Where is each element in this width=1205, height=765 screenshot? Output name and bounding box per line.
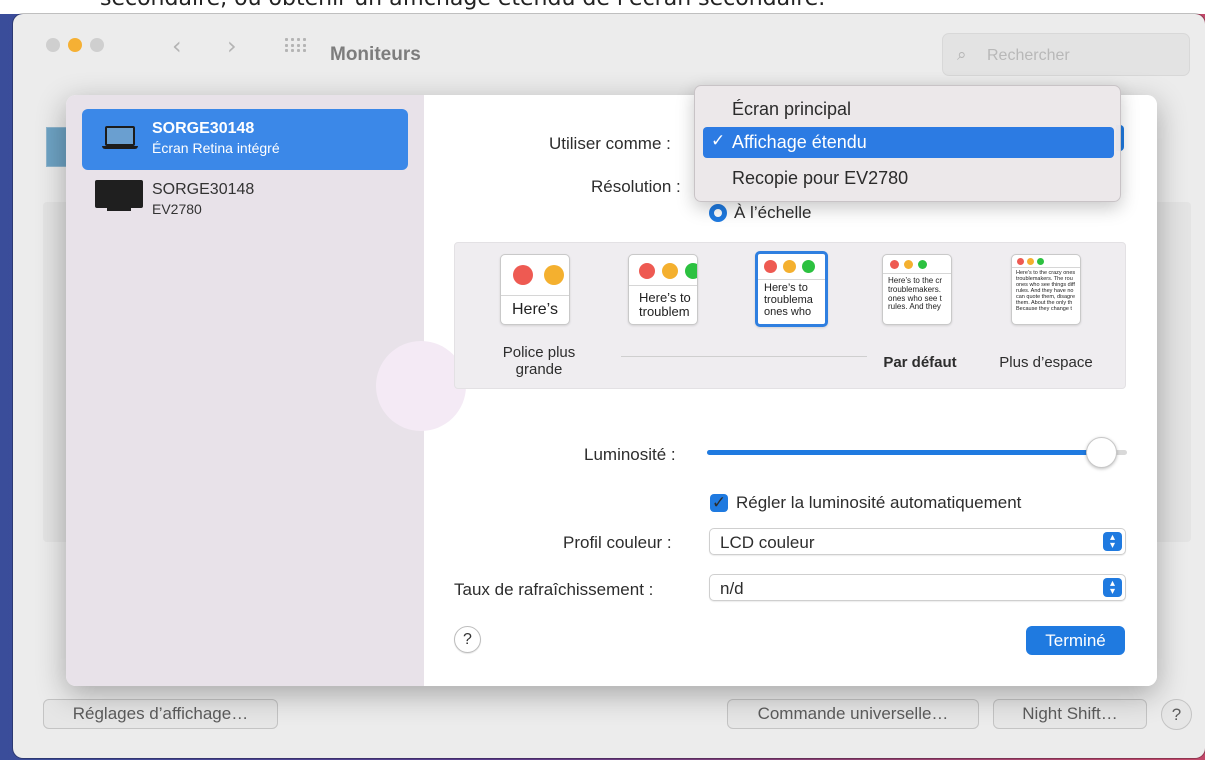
display-name: SORGE30148 [152,120,255,137]
scale-label-default: Par défaut [883,354,957,371]
background-document-strip: secondaire, ou obtenir un affichage éten… [0,0,1205,14]
search-field[interactable]: ⌕ Rechercher [942,33,1190,76]
scaled-radio-option[interactable]: À l’échelle [709,203,812,223]
forward-arrow-icon[interactable]: › [227,32,237,60]
sidebar-item-external-display[interactable]: SORGE30148 EV2780 [82,170,408,231]
scaled-radio-label: À l’échelle [734,203,812,222]
help-button[interactable]: ? [454,626,481,653]
scale-preview-text: Here’s to troublem [639,291,691,320]
laptop-icon [102,126,138,150]
display-subtitle: EV2780 [152,201,202,217]
done-button[interactable]: Terminé [1026,626,1125,655]
radio-button[interactable] [709,204,727,222]
color-profile-popup[interactable]: LCD couleur ▴ ▾ [709,528,1126,555]
scale-preview-text: Here’s to troublema ones who [764,282,813,319]
zoom-button[interactable] [90,38,104,52]
brightness-slider-knob[interactable] [1086,437,1117,468]
search-placeholder: Rechercher [987,47,1070,64]
search-icon: ⌕ [957,45,967,65]
sidebar-item-builtin-display[interactable]: SORGE30148 Écran Retina intégré [82,109,408,170]
checkmark-icon: ✓ [711,131,726,151]
universal-control-button[interactable]: Commande universelle… [727,699,979,729]
window-titlebar: ‹ › Moniteurs ⌕ Rechercher [13,14,1205,76]
brightness-slider-fill [707,450,1106,455]
menu-item-mirror-display[interactable]: Recopie pour EV2780 [703,163,1114,194]
color-profile-label: Profil couleur : [563,533,672,552]
chevron-updown-icon: ▴ ▾ [1103,578,1122,597]
back-arrow-icon[interactable]: ‹ [172,32,182,60]
auto-brightness-label: Régler la luminosité automatiquement [736,493,1022,512]
display-settings-button[interactable]: Réglages d’affichage… [43,699,278,729]
background-document-text: secondaire, ou obtenir un affichage éten… [100,0,825,11]
use-as-dropdown-menu: Écran principal ✓ Affichage étendu Recop… [694,85,1121,202]
scale-preview-text: Here’s [512,301,558,318]
scale-preview-text: Here's to the crazy ones troublemakers. … [1016,270,1076,313]
menu-item-label: Écran principal [732,99,852,119]
color-profile-value: LCD couleur [720,533,815,552]
show-all-grid-icon[interactable] [285,38,307,52]
refresh-rate-popup[interactable]: n/d ▴ ▾ [709,574,1126,601]
refresh-rate-value: n/d [720,579,744,598]
auto-brightness-option[interactable]: ✓ Régler la luminosité automatiquement [710,493,1021,513]
menu-item-extended-display[interactable]: ✓ Affichage étendu [703,127,1114,158]
display-sidebar: SORGE30148 Écran Retina intégré SORGE301… [66,95,424,686]
resolution-label: Résolution : [591,177,681,196]
scale-label-more-space: Plus d’espace [999,354,1093,371]
background-decoration [376,341,466,431]
brightness-label: Luminosité : [584,445,676,464]
desktop-bottom-edge [0,760,1205,765]
scale-option-3-selected[interactable]: Here’s to troublema ones who [755,251,828,327]
display-name: SORGE30148 [152,181,255,198]
display-subtitle: Écran Retina intégré [152,140,280,156]
close-button[interactable] [46,38,60,52]
menu-item-main-display[interactable]: Écran principal [703,94,1114,125]
minimize-button[interactable] [68,38,82,52]
scale-option-2[interactable]: Here’s to troublem [628,254,698,325]
scale-preview-text: Here’s to the cr troublemakers. ones who… [888,277,943,312]
scale-option-more-space[interactable]: Here's to the crazy ones troublemakers. … [1011,254,1081,325]
scale-option-larger-text[interactable]: Here’s [500,254,570,325]
menu-item-label: Recopie pour EV2780 [732,168,909,188]
window-title: Moniteurs [330,44,421,65]
monitor-icon [95,180,143,216]
auto-brightness-checkbox[interactable]: ✓ [710,493,728,513]
refresh-rate-label: Taux de rafraîchissement : [454,580,654,599]
scale-separator-line [621,356,867,357]
use-as-label: Utiliser comme : [549,134,671,153]
background-display-thumbnail [46,127,68,167]
menu-item-label: Affichage étendu [732,132,867,152]
scale-option-default[interactable]: Here’s to the cr troublemakers. ones who… [882,254,952,325]
chevron-updown-icon: ▴ ▾ [1103,532,1122,551]
scaling-options: Here’s Here’s to troublem Here’s to trou… [454,242,1126,389]
brightness-slider-track[interactable] [707,450,1127,455]
scale-label-larger-text: Police plus grande [502,344,576,378]
night-shift-button[interactable]: Night Shift… [993,699,1147,729]
window-help-button[interactable]: ? [1161,699,1192,730]
